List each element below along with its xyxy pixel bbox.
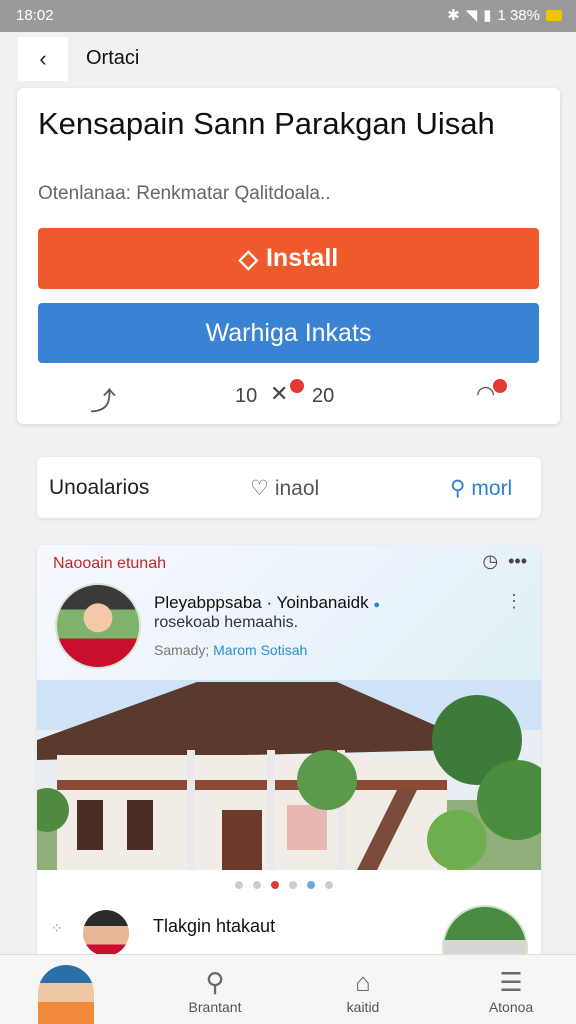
post-category: Naooain etunah [53,555,166,572]
carousel-dot[interactable] [325,881,333,889]
post-description: rosekoab hemaahis. [154,614,299,631]
verified-icon: ● [373,599,380,611]
stat-count-b: 20 [312,385,335,407]
carousel-dot-active[interactable] [271,881,279,889]
search-icon: ⚲ [205,967,225,997]
document-icon: ☰ [499,967,523,997]
post-meta-prefix: Samady; [154,642,210,658]
bluetooth-icon: ✱ [447,7,460,24]
more-icon[interactable]: ••• [508,551,527,572]
post-actions: ◷ ••• [482,551,527,572]
avatar[interactable] [55,583,141,669]
battery-icon [546,9,562,21]
reaction-icon[interactable]: ✕ [270,381,288,407]
heart-outline-icon: ♡ [250,477,269,500]
home-icon: ⌂ [355,967,371,997]
filter-search[interactable]: ⚲ morl [450,476,512,501]
filter-favorites-label: inaol [274,476,320,500]
house-photo [37,680,541,870]
nav-item-document[interactable]: ☰ Atonoa [466,967,556,1015]
post-meta: Samady; Marom Sotisah [154,642,307,658]
app-subtitle: Otenlanaa: Renkmatar Qalitdoala.. [38,183,331,204]
page-title: Ortaci [86,47,140,69]
post-author[interactable]: Pleyabppsaba · Yoinbanaidk ● [154,593,380,613]
notification-badge [290,379,304,393]
filter-search-label: morl [471,476,513,500]
notification-badge [493,379,507,393]
filter-favorites[interactable]: ♡ inaol [250,476,319,501]
status-time: 18:02 [16,7,54,24]
signal-icon: ▮ [483,7,492,24]
app-card: Kensapain Sann Parakgan Uisah Otenlanaa:… [17,88,560,424]
share-icon[interactable]: ⤴ [90,381,116,418]
carousel-dots [235,881,333,889]
filter-bar: Unoalarios ♡ inaol ⚲ morl [37,457,541,518]
nav-item-label: Brantant [188,999,242,1015]
nav-item-label: Atonoa [488,999,534,1015]
tag-icon: ◇ [238,244,258,273]
filter-category[interactable]: Unoalarios [49,476,149,500]
back-arrow-icon: ‹ [39,46,47,71]
stat-count-a: 10 [235,385,258,407]
kebab-menu-icon[interactable]: ⋮ [505,591,523,612]
stats-row: ⤴ 10 ✕ 20 ◠ [38,371,539,419]
loading-icon: ⁘ [51,920,63,936]
carousel-dot[interactable] [307,881,315,889]
top-nav: ‹ Ortaci [18,37,558,81]
nav-item-home[interactable]: ⌂ kaitid [318,967,408,1015]
carousel-dot[interactable] [253,881,261,889]
install-label: Install [265,244,339,272]
secondary-button[interactable]: Warhiga Inkats [38,303,539,363]
carousel-dot[interactable] [289,881,297,889]
back-button[interactable]: ‹ [18,37,68,81]
post-image[interactable] [37,680,541,870]
wifi-icon: ◥ [465,7,478,24]
app-title: Kensapain Sann Parakgan Uisah [38,106,495,141]
carousel-dot[interactable] [235,881,243,889]
status-bar: 18:02 ✱ ◥ ▮ 1 38% [0,0,576,32]
post-card[interactable]: Naooain etunah ◷ ••• Pleyabppsaba · Yoin… [37,545,541,965]
profile-avatar[interactable] [38,965,94,1024]
clock-icon[interactable]: ◷ [482,551,498,572]
post2-title: Tlakgin htakaut [153,916,276,936]
post-author-name: Pleyabppsaba · Yoinbanaidk [154,593,369,612]
bottom-nav: ⚲ Brantant ⌂ kaitid ☰ Atonoa [0,954,576,1024]
install-button[interactable]: ◇ Install [38,228,539,289]
nav-item-label: kaitid [346,999,380,1015]
battery-text: 1 38% [497,6,540,24]
post-meta-link[interactable]: Marom Sotisah [213,642,307,658]
secondary-label: Warhiga Inkats [205,318,372,347]
search-icon: ⚲ [450,477,466,500]
nav-item-search[interactable]: ⚲ Brantant [170,967,260,1015]
avatar[interactable] [83,910,129,956]
status-icons: ✱ ◥ ▮ 1 38% [447,6,562,24]
